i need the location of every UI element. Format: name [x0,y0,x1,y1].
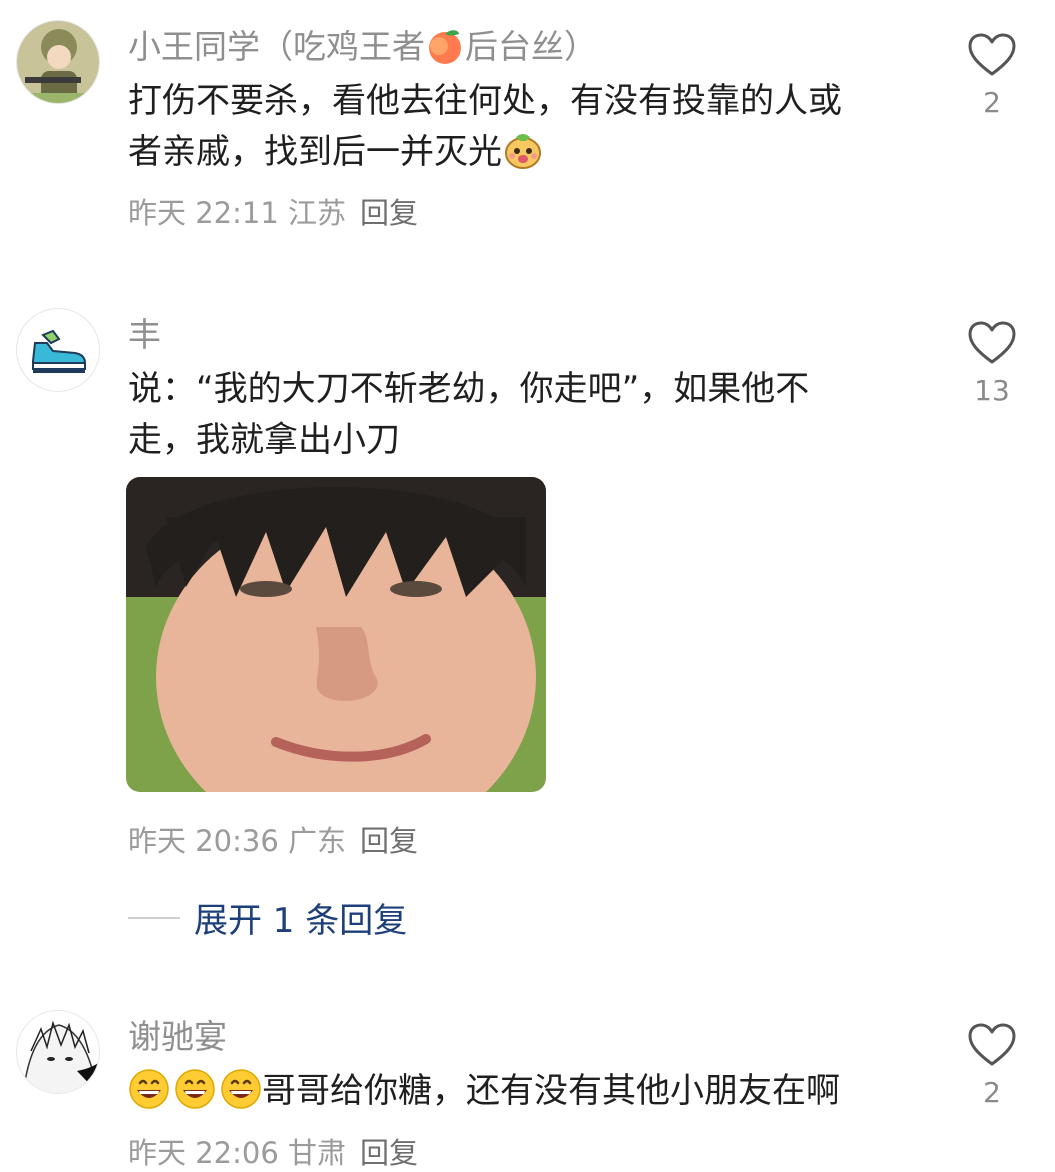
username[interactable]: 谢驰宴 [128,1010,227,1058]
like-button[interactable]: 2 [962,1022,1022,1109]
reply-button[interactable]: 回复 [360,196,418,230]
reply-button[interactable]: 回复 [360,1136,418,1170]
sneaker-icon [32,329,87,373]
peach-emoji-icon [425,27,465,66]
expand-replies-button[interactable]: 展开 1 条回复 [128,893,407,942]
avatar[interactable] [16,308,100,392]
comment-text: 哥哥给你糖，还有没有其他小朋友在啊 [128,1066,918,1117]
like-count: 2 [983,1076,1001,1109]
avatar[interactable] [16,20,100,104]
heart-icon [968,321,1016,364]
grinning-emoji-icon [216,1069,262,1111]
grinning-emoji-icon [128,1069,170,1111]
cartoon-face-emoji-icon [502,132,544,172]
divider [128,916,180,919]
username[interactable]: 小王同学（吃鸡王者 后台丝） [128,20,597,68]
comment-meta: 昨天 22:06 甘肃 回复 [128,1136,419,1170]
grinning-emoji-icon [170,1069,216,1111]
comment-text: 打伤不要杀，看他去往何处，有没有投靠的人或 者亲戚，找到后一并灭光 [128,81,842,172]
comment-meta: 昨天 20:36 广东 回复 [128,824,419,858]
sticker-image[interactable] [126,477,546,792]
heart-icon [968,33,1016,76]
comment-text: 说：“我的大刀不斩老幼，你走吧”，如果他不 走，我就拿出小刀 [128,369,810,460]
avatar[interactable] [16,1010,100,1094]
heart-icon [968,1023,1016,1066]
like-button[interactable]: 2 [962,32,1022,119]
reply-button[interactable]: 回复 [360,824,418,858]
username[interactable]: 丰 [128,308,161,356]
like-count: 2 [983,86,1001,119]
like-button[interactable]: 13 [962,320,1022,407]
like-count: 13 [974,374,1010,407]
comment-meta: 昨天 22:11 江苏 回复 [128,196,419,230]
